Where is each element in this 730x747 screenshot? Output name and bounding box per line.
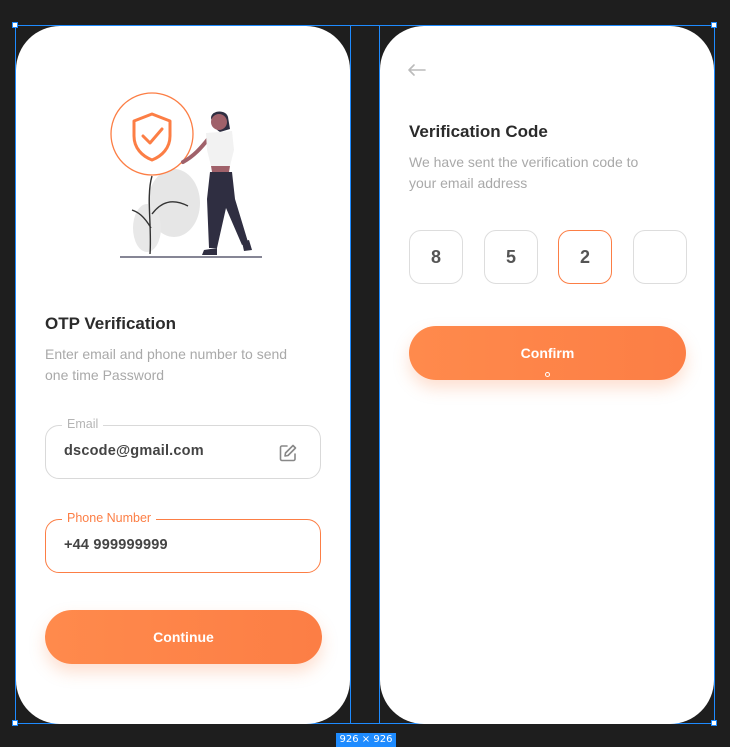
otp-verification-screen: OTP Verification Enter email and phone n…: [16, 26, 350, 724]
email-field[interactable]: Email dscode@gmail.com: [45, 417, 321, 479]
person-midriff: [211, 166, 230, 172]
resize-handle-bottom-left[interactable]: [12, 720, 18, 726]
email-value[interactable]: dscode@gmail.com: [64, 443, 204, 459]
page-title: OTP Verification: [45, 314, 177, 333]
continue-button[interactable]: Continue: [45, 610, 322, 664]
illustration-bush-small: [133, 204, 161, 252]
shield-circle: [110, 92, 194, 176]
otp-digit-1[interactable]: 8: [409, 230, 463, 284]
verification-code-screen: Verification Code We have sent the verif…: [380, 26, 714, 724]
otp-digit-4[interactable]: [633, 230, 687, 284]
resize-handle-top-left[interactable]: [12, 22, 18, 28]
page-subtitle: Enter email and phone number to send one…: [45, 346, 288, 383]
back-arrow-icon[interactable]: [407, 63, 427, 77]
resize-handle-top-right[interactable]: [711, 22, 717, 28]
cursor-indicator: [545, 372, 550, 377]
person-shoe-left: [202, 248, 217, 255]
person-torso: [206, 131, 234, 166]
otp-digit-2[interactable]: 5: [484, 230, 538, 284]
selection-divider-left: [350, 25, 351, 724]
resize-handle-bottom-right[interactable]: [711, 720, 717, 726]
selection-right-border: [714, 25, 715, 724]
otp-digit-3[interactable]: 2: [558, 230, 612, 284]
phone-number-value[interactable]: +44 999999999: [64, 537, 168, 553]
email-label: Email: [62, 417, 104, 431]
phone-number-field[interactable]: Phone Number +44 999999999: [45, 511, 321, 573]
otp-illustration: [110, 92, 262, 258]
edit-icon[interactable]: [278, 443, 298, 463]
person-head: [211, 114, 227, 130]
page-title: Verification Code: [409, 122, 548, 141]
person-shoe-right: [242, 240, 252, 251]
person-legs: [207, 172, 248, 248]
phone-number-label: Phone Number: [62, 511, 157, 525]
page-subtitle: We have sent the verification code to yo…: [409, 154, 639, 191]
